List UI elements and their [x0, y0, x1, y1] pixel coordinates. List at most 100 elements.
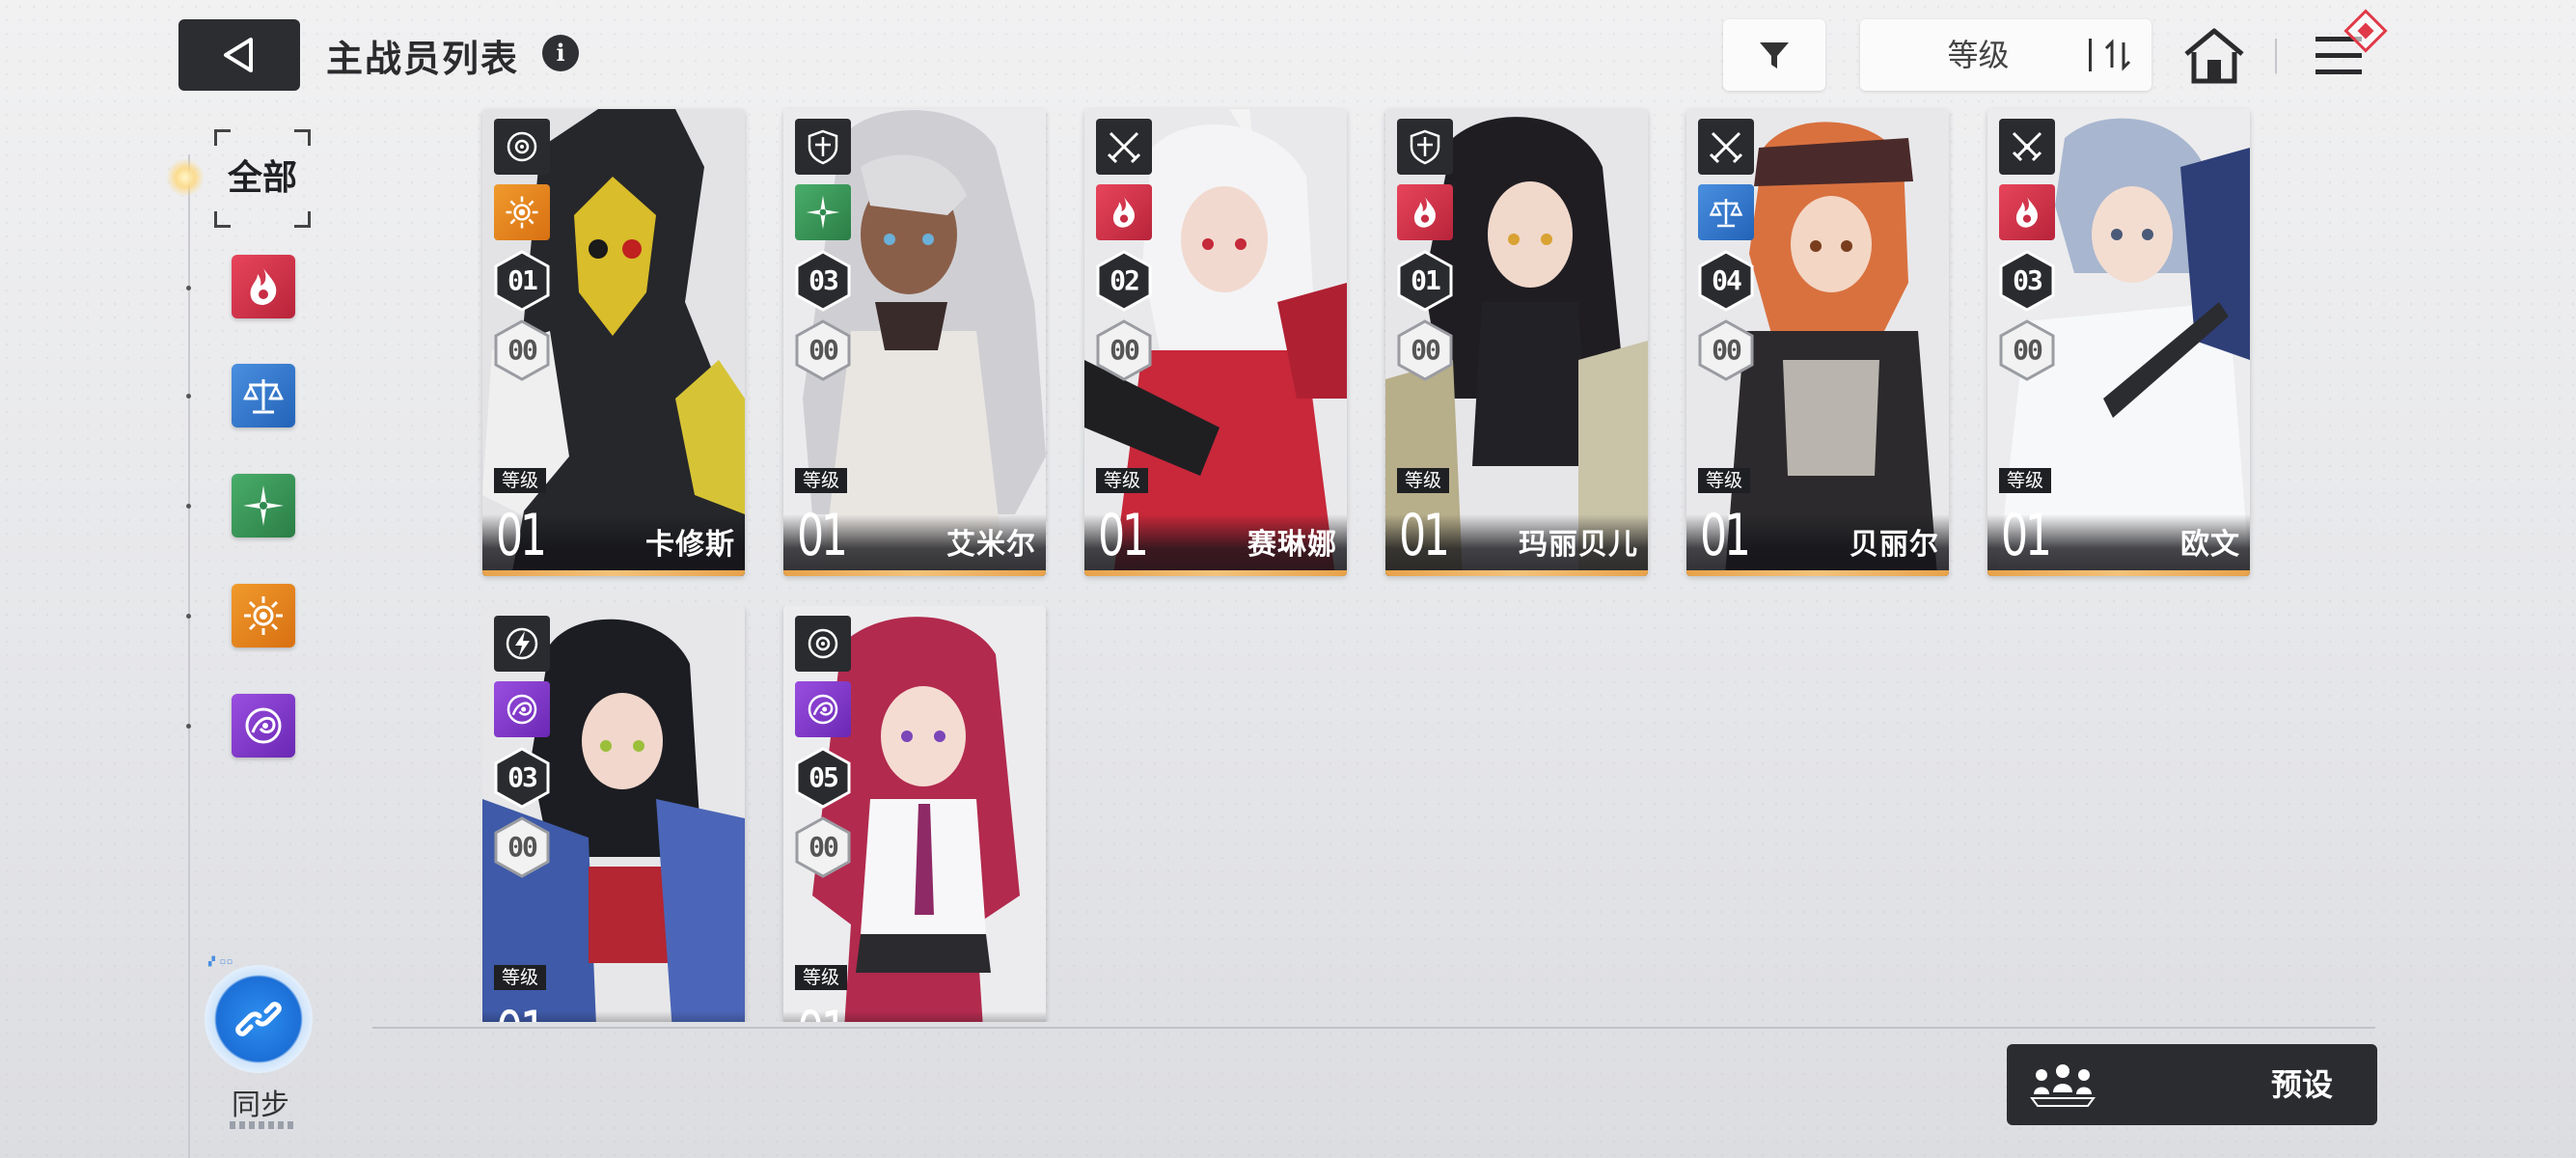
- back-arrow-icon: [224, 38, 253, 72]
- rank-hex-icon: 01: [1395, 250, 1455, 312]
- flame-element-icon: [1999, 184, 2055, 240]
- element-filter-fire[interactable]: [232, 255, 295, 318]
- character-name: 贝丽尔: [1850, 528, 1939, 562]
- link-sync-icon: [235, 1002, 282, 1036]
- character-name: 艾米尔: [946, 528, 1036, 562]
- level-tag: 等级: [1096, 468, 1149, 493]
- level-value: 01: [2001, 502, 2052, 569]
- role-target-icon: [494, 119, 550, 175]
- flame-element-icon: [250, 268, 277, 305]
- character-card[interactable]: 01 00 等级 01 玛丽贝儿: [1385, 109, 1648, 576]
- compass-star-element-icon: [243, 485, 284, 526]
- card-row-clip: 03 00 等级 01 05: [482, 606, 1061, 1022]
- home-icon: [2184, 28, 2244, 84]
- rank-hex-icon: 03: [793, 250, 853, 312]
- character-card[interactable]: 03 00 等级 01 欧文: [1987, 109, 2250, 576]
- sidebar-divider: [188, 154, 190, 1158]
- rank-value: 03: [808, 264, 839, 296]
- card-gold-strip: [783, 570, 1046, 576]
- rank-hex-icon: 01: [492, 250, 552, 312]
- back-button[interactable]: [178, 19, 300, 91]
- stars-hex-icon: 00: [492, 816, 552, 878]
- card-gold-strip: [1686, 570, 1949, 576]
- level-tag: 等级: [494, 468, 547, 493]
- character-card[interactable]: 03 00 等级 01 艾米尔: [783, 109, 1046, 576]
- level-value: 01: [797, 502, 848, 569]
- rank-hex-icon: 03: [1997, 250, 2057, 312]
- sun-element-icon: [244, 596, 283, 635]
- level-tag: 等级: [795, 965, 848, 990]
- sidebar-tick: [186, 504, 191, 509]
- sidebar-tick: [186, 724, 191, 729]
- role-lightning-icon: [494, 616, 550, 672]
- header-divider: [2275, 39, 2277, 73]
- card-gold-strip: [1385, 570, 1648, 576]
- stars-hex-icon: 00: [793, 816, 853, 878]
- list-bottom-divider: [372, 1027, 2375, 1029]
- element-filter-all-label: 全部: [227, 158, 297, 198]
- preset-button[interactable]: 预设: [2007, 1044, 2377, 1125]
- role-target-icon: [795, 616, 851, 672]
- selected-glow-icon: [166, 158, 205, 197]
- stars-value: 00: [1411, 334, 1441, 366]
- page-title: 主战员列表: [326, 38, 520, 80]
- stars-hex-icon: 00: [1395, 319, 1455, 381]
- filter-button[interactable]: [1723, 19, 1825, 91]
- stars-hex-icon: 00: [492, 319, 552, 381]
- team-preset-icon: [2030, 1064, 2096, 1107]
- level-tag: 等级: [494, 965, 547, 990]
- stars-value: 00: [1712, 334, 1742, 366]
- character-card[interactable]: 02 00 等级 01 赛琳娜: [1084, 109, 1347, 576]
- sort-dropdown[interactable]: 等级: [1860, 19, 2151, 91]
- sort-toggle-icon: [2104, 39, 2131, 71]
- level-tag: 等级: [1698, 468, 1751, 493]
- compass-star-element-icon: [795, 184, 851, 240]
- role-crossed-swords-icon: [1698, 119, 1754, 175]
- rank-value: 02: [1110, 264, 1140, 296]
- rank-value: 01: [507, 264, 538, 296]
- level-value: 01: [1098, 502, 1149, 569]
- character-card[interactable]: 03 00 等级 01: [482, 606, 745, 1022]
- level-tag: 等级: [1397, 468, 1450, 493]
- character-name: 欧文: [2180, 528, 2240, 562]
- level-tag: 等级: [1999, 468, 2052, 493]
- character-name: 卡修斯: [645, 528, 735, 562]
- level-value: 01: [797, 1004, 848, 1022]
- stars-hex-icon: 00: [793, 319, 853, 381]
- stars-value: 00: [507, 831, 538, 863]
- rank-hex-icon: 04: [1696, 250, 1756, 312]
- sidebar-tick: [186, 286, 191, 290]
- element-filter-void[interactable]: [232, 694, 295, 758]
- stars-value: 00: [808, 831, 839, 863]
- card-gold-strip: [1084, 570, 1347, 576]
- home-button[interactable]: [2182, 25, 2246, 87]
- info-icon[interactable]: i: [542, 35, 579, 71]
- sort-order-toggle[interactable]: [2084, 19, 2151, 91]
- character-card[interactable]: 01 00 等级 01 卡修斯: [482, 109, 745, 576]
- level-value: 01: [1700, 502, 1751, 569]
- role-shield-icon: [795, 119, 851, 175]
- void-element-icon: [494, 681, 550, 737]
- rank-value: 01: [1411, 264, 1441, 296]
- sync-button[interactable]: [205, 965, 313, 1073]
- sync-decoration: ▞ ▫▫: [208, 957, 233, 967]
- rank-value: 03: [2013, 264, 2043, 296]
- card-gold-strip: [482, 570, 745, 576]
- character-card[interactable]: 04 00 等级 01 贝丽尔: [1686, 109, 1949, 576]
- sync-label: 同步: [232, 1089, 289, 1122]
- rank-value: 04: [1712, 264, 1742, 296]
- element-filter-sun[interactable]: [232, 584, 295, 648]
- filter-icon: [1760, 42, 1789, 69]
- void-element-icon: [795, 681, 851, 737]
- rank-hex-icon: 03: [492, 747, 552, 809]
- element-filter-wind[interactable]: [232, 474, 295, 538]
- rank-value: 03: [507, 761, 538, 793]
- character-card[interactable]: 05 00 等级 01: [783, 606, 1046, 1022]
- sidebar-tick: [186, 394, 191, 399]
- element-filter-order[interactable]: [232, 364, 295, 427]
- scale-element-icon: [242, 379, 285, 414]
- element-filter-all[interactable]: 全部: [214, 129, 311, 228]
- scale-element-icon: [1698, 184, 1754, 240]
- sidebar-tick: [186, 614, 191, 619]
- sync-marks: [230, 1121, 297, 1129]
